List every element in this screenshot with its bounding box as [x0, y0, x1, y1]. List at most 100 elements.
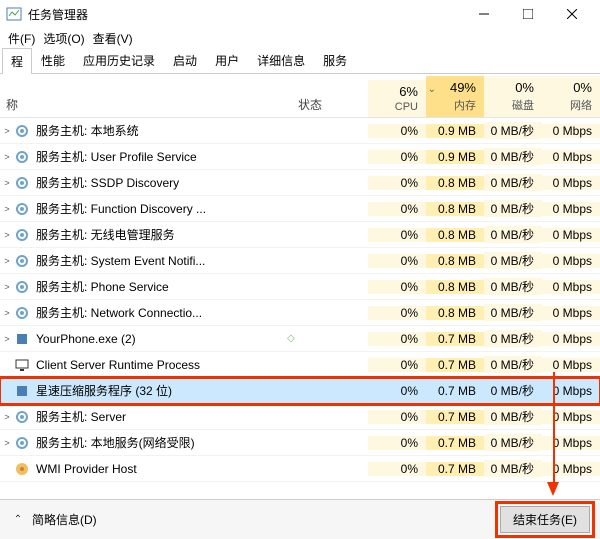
- net-value: 0 Mbps: [542, 150, 600, 164]
- disk-value: 0 MB/秒: [484, 408, 542, 425]
- process-row[interactable]: >服务主机: Network Connectio...0%0.8 MB0 MB/…: [0, 300, 600, 326]
- disk-value: 0 MB/秒: [484, 382, 542, 399]
- tab-history[interactable]: 应用历史记录: [74, 47, 164, 73]
- process-row[interactable]: >服务主机: SSDP Discovery0%0.8 MB0 MB/秒0 Mbp…: [0, 170, 600, 196]
- minimize-button[interactable]: [462, 0, 506, 28]
- expand-up-icon[interactable]: ⌃: [10, 514, 26, 525]
- disk-value: 0 MB/秒: [484, 330, 542, 347]
- leaf-icon: ◇: [284, 333, 298, 344]
- column-name[interactable]: 称: [0, 96, 298, 117]
- disk-value: 0 MB/秒: [484, 200, 542, 217]
- mem-value: 0.8 MB: [426, 176, 484, 190]
- expand-icon[interactable]: >: [0, 178, 14, 188]
- menu-view[interactable]: 查看(V): [91, 30, 135, 47]
- process-row[interactable]: >服务主机: Server0%0.7 MB0 MB/秒0 Mbps: [0, 404, 600, 430]
- tab-performance[interactable]: 性能: [32, 47, 74, 73]
- cpu-value: 0%: [368, 332, 426, 346]
- mem-value: 0.8 MB: [426, 228, 484, 242]
- mem-value: 0.7 MB: [426, 436, 484, 450]
- tab-users[interactable]: 用户: [206, 47, 248, 73]
- disk-value: 0 MB/秒: [484, 356, 542, 373]
- mem-value: 0.7 MB: [426, 410, 484, 424]
- process-name: 服务主机: 无线电管理服务: [36, 226, 284, 243]
- process-row[interactable]: >服务主机: User Profile Service0%0.9 MB0 MB/…: [0, 144, 600, 170]
- window-controls: [462, 0, 594, 28]
- end-task-button[interactable]: 结束任务(E): [500, 506, 590, 533]
- net-value: 0 Mbps: [542, 306, 600, 320]
- maximize-button[interactable]: [506, 0, 550, 28]
- process-icon: [14, 279, 30, 295]
- cpu-value: 0%: [368, 176, 426, 190]
- expand-icon[interactable]: >: [0, 152, 14, 162]
- process-name: 服务主机: Function Discovery ...: [36, 200, 284, 217]
- process-icon: [14, 357, 30, 373]
- column-network[interactable]: 0% 网络: [542, 76, 600, 117]
- mem-value: 0.8 MB: [426, 254, 484, 268]
- process-row[interactable]: >服务主机: 本地系统0%0.9 MB0 MB/秒0 Mbps: [0, 118, 600, 144]
- net-value: 0 Mbps: [542, 176, 600, 190]
- process-list: >服务主机: 本地系统0%0.9 MB0 MB/秒0 Mbps>服务主机: Us…: [0, 118, 600, 482]
- expand-icon[interactable]: >: [0, 412, 14, 422]
- net-value: 0 Mbps: [542, 410, 600, 424]
- titlebar: 任务管理器: [0, 0, 600, 28]
- tab-services[interactable]: 服务: [314, 47, 356, 73]
- tab-processes[interactable]: 程: [2, 48, 32, 74]
- net-value: 0 Mbps: [542, 332, 600, 346]
- mem-value: 0.7 MB: [426, 462, 484, 476]
- process-row[interactable]: WMI Provider Host0%0.7 MB0 MB/秒0 Mbps: [0, 456, 600, 482]
- process-row[interactable]: >服务主机: 本地服务(网络受限)0%0.7 MB0 MB/秒0 Mbps: [0, 430, 600, 456]
- disk-value: 0 MB/秒: [484, 278, 542, 295]
- cpu-value: 0%: [368, 254, 426, 268]
- expand-icon[interactable]: >: [0, 204, 14, 214]
- menu-file[interactable]: 件(F): [6, 30, 37, 47]
- process-row[interactable]: >服务主机: Function Discovery ...0%0.8 MB0 M…: [0, 196, 600, 222]
- process-name: 服务主机: SSDP Discovery: [36, 174, 284, 191]
- close-button[interactable]: [550, 0, 594, 28]
- process-row[interactable]: 星速压缩服务程序 (32 位)0%0.7 MB0 MB/秒0 Mbps: [0, 378, 600, 404]
- mem-value: 0.7 MB: [426, 358, 484, 372]
- expand-icon[interactable]: >: [0, 230, 14, 240]
- net-value: 0 Mbps: [542, 124, 600, 138]
- tabbar: 程 性能 应用历史记录 启动 用户 详细信息 服务: [0, 48, 600, 74]
- expand-icon[interactable]: >: [0, 438, 14, 448]
- menubar: 件(F) 选项(O) 查看(V): [0, 28, 600, 48]
- app-icon: [6, 6, 22, 22]
- disk-value: 0 MB/秒: [484, 148, 542, 165]
- expand-icon[interactable]: >: [0, 308, 14, 318]
- process-name: 服务主机: Phone Service: [36, 278, 284, 295]
- process-row[interactable]: >YourPhone.exe (2)◇0%0.7 MB0 MB/秒0 Mbps: [0, 326, 600, 352]
- menu-options[interactable]: 选项(O): [41, 30, 86, 47]
- column-cpu[interactable]: 6% CPU: [368, 80, 426, 117]
- process-row[interactable]: >服务主机: 无线电管理服务0%0.8 MB0 MB/秒0 Mbps: [0, 222, 600, 248]
- process-name: WMI Provider Host: [36, 462, 284, 476]
- brief-info-link[interactable]: 简略信息(D): [32, 511, 500, 528]
- process-icon: [14, 227, 30, 243]
- cpu-value: 0%: [368, 202, 426, 216]
- mem-value: 0.7 MB: [426, 332, 484, 346]
- expand-icon[interactable]: >: [0, 126, 14, 136]
- process-name: 服务主机: Network Connectio...: [36, 304, 284, 321]
- expand-icon[interactable]: >: [0, 334, 14, 344]
- column-disk[interactable]: 0% 磁盘: [484, 76, 542, 117]
- mem-value: 0.9 MB: [426, 150, 484, 164]
- expand-icon[interactable]: >: [0, 282, 14, 292]
- process-icon: [14, 123, 30, 139]
- process-row[interactable]: >服务主机: Phone Service0%0.8 MB0 MB/秒0 Mbps: [0, 274, 600, 300]
- net-value: 0 Mbps: [542, 436, 600, 450]
- footer: ⌃ 简略信息(D) 结束任务(E): [0, 499, 600, 539]
- expand-icon[interactable]: >: [0, 256, 14, 266]
- net-value: 0 Mbps: [542, 280, 600, 294]
- process-icon: [14, 435, 30, 451]
- process-icon: [14, 409, 30, 425]
- process-row[interactable]: Client Server Runtime Process0%0.7 MB0 M…: [0, 352, 600, 378]
- process-row[interactable]: >服务主机: System Event Notifi...0%0.8 MB0 M…: [0, 248, 600, 274]
- tab-details[interactable]: 详细信息: [248, 47, 314, 73]
- column-status[interactable]: 状态: [298, 96, 368, 117]
- cpu-value: 0%: [368, 384, 426, 398]
- process-icon: [14, 383, 30, 399]
- cpu-value: 0%: [368, 124, 426, 138]
- column-memory[interactable]: 49% 内存: [426, 76, 484, 117]
- tab-startup[interactable]: 启动: [164, 47, 206, 73]
- column-headers: 称 状态 6% CPU ⌄ 49% 内存 0% 磁盘 0% 网络: [0, 74, 600, 118]
- cpu-value: 0%: [368, 150, 426, 164]
